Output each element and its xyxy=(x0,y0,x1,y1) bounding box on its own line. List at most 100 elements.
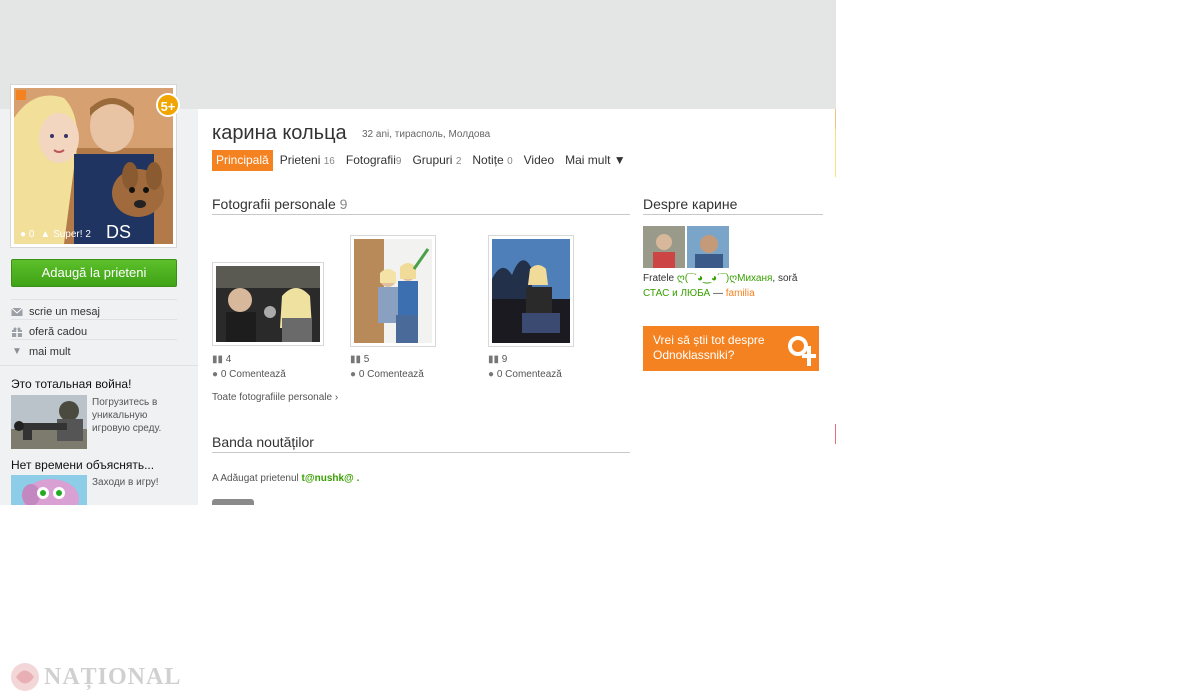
about-sister-label: , soră xyxy=(772,273,798,284)
tab-groups[interactable]: Grupuri 2 xyxy=(408,150,465,171)
about-brother-link[interactable]: ღ(¯`◕‿◕´¯)ღМиханя xyxy=(677,273,773,284)
photo-thumb-3[interactable] xyxy=(488,235,574,347)
more-actions-label: mai mult xyxy=(29,345,71,358)
photo-1-comments-label: 0 Comentează xyxy=(220,369,286,380)
tab-friends-label: Prieteni xyxy=(279,153,321,167)
send-message-label: scrie un mesaj xyxy=(29,305,100,318)
about-section-title: Despre карине xyxy=(643,196,823,215)
comment-icon: ● xyxy=(20,229,27,240)
avatar-comments-count: 0 xyxy=(28,229,35,240)
avatar-likes-label: Super! 2 xyxy=(53,229,91,240)
tab-video[interactable]: Video xyxy=(520,150,558,171)
about-line-2: СТАС и ЛЮБА — familia xyxy=(643,286,823,301)
ad-title-war[interactable]: Это тотальная война! xyxy=(11,377,131,391)
svg-text:DS: DS xyxy=(106,222,131,242)
more-actions[interactable]: ▼ mai mult xyxy=(11,339,177,359)
watermark-logo: NAȚIONAL xyxy=(10,662,181,692)
bar-chart-icon: ▮▮ xyxy=(350,354,362,365)
photos-title-text: Fotografii personale xyxy=(212,196,336,212)
send-gift-action[interactable]: oferă cadou xyxy=(11,319,177,339)
comment-icon: ● xyxy=(212,369,219,380)
photo-2-comments[interactable]: ● 0 Comentează xyxy=(350,369,424,380)
tab-friends[interactable]: Prieteni 16 xyxy=(276,150,339,171)
about-sister-link[interactable]: СТАС и ЛЮБА xyxy=(643,288,710,299)
add-friend-button[interactable]: Adaugă la prieteni xyxy=(11,259,177,287)
tab-more-label: Mai mult ▼ xyxy=(565,153,626,167)
ad-text-war: Погрузитесь в уникальную игровую среду. xyxy=(92,397,162,434)
tab-photos-label: Fotografii xyxy=(345,153,396,167)
news-friend-link[interactable]: t@nushk@ . xyxy=(302,473,360,484)
photo-2-views-value: 5 xyxy=(363,354,370,365)
about-family-link[interactable]: familia xyxy=(726,288,755,299)
send-message-action[interactable]: scrie un mesaj xyxy=(11,299,177,319)
news-avatar-partial[interactable] xyxy=(212,499,254,505)
bar-chart-icon: ▮▮ xyxy=(212,354,224,365)
tab-groups-count: 2 xyxy=(455,156,462,167)
relative-avatar-1[interactable] xyxy=(643,226,685,268)
news-entry: A Adăugat prietenul t@nushk@ . xyxy=(212,473,359,484)
tab-main[interactable]: Principală xyxy=(212,150,273,171)
ad-text-game: Заходи в игру! xyxy=(92,477,159,488)
tab-main-label: Principală xyxy=(216,153,269,167)
about-brother-prefix: Fratele xyxy=(643,273,675,284)
envelope-icon xyxy=(11,307,23,317)
photo-2-views: ▮▮ 5 xyxy=(350,354,369,365)
news-title-text: Banda noutăților xyxy=(212,434,314,450)
photo-1-views: ▮▮ 4 xyxy=(212,354,231,365)
national-logo-text: NAȚIONAL xyxy=(44,663,182,690)
relative-avatar-2[interactable] xyxy=(687,226,729,268)
photo-1-views-value: 4 xyxy=(225,354,232,365)
gift-icon xyxy=(11,327,23,337)
profile-tabs: Principală Prieteni 16 Fotografii9 Grupu… xyxy=(212,150,633,171)
tab-groups-label: Grupuri xyxy=(412,153,453,167)
tab-photos-count: 9 xyxy=(395,156,402,167)
photos-section-title: Fotografii personale 9 xyxy=(212,196,630,215)
profile-meta: 32 ani, тирасполь, Молдова xyxy=(362,129,491,140)
national-logo-icon xyxy=(11,663,39,691)
photo-3-views-value: 9 xyxy=(501,354,508,365)
avatar-photo: DS ● 0 ▲ Super! 2 xyxy=(14,88,173,244)
tab-friends-count: 16 xyxy=(323,156,335,167)
promo-text: Vrei să știi tot despre Odnoklassniki? xyxy=(653,333,765,362)
avatar-stats: ● 0 ▲ Super! 2 xyxy=(20,229,91,240)
all-photos-link[interactable]: Toate fotografiile personale › xyxy=(212,392,338,403)
odnoklassniki-promo-banner[interactable]: Vrei să știi tot despre Odnoklassniki? xyxy=(643,326,819,371)
right-edge-mark-2 xyxy=(835,129,836,177)
photo-3-comments[interactable]: ● 0 Comentează xyxy=(488,369,562,380)
bar-chart-icon: ▮▮ xyxy=(488,354,500,365)
news-section-title: Banda noutăților xyxy=(212,434,630,453)
thumbs-up-icon: ▲ xyxy=(40,229,51,240)
send-gift-label: oferă cadou xyxy=(29,325,88,338)
about-dash: — xyxy=(712,288,723,299)
comment-icon: ● xyxy=(350,369,357,380)
avatar-comments[interactable]: ● 0 xyxy=(20,229,34,240)
tab-video-label: Video xyxy=(523,153,555,167)
right-edge-mark-1 xyxy=(835,109,836,129)
ok-logo-icon xyxy=(785,334,819,366)
triangle-down-icon: ▼ xyxy=(12,345,22,357)
tab-notes[interactable]: Notițe 0 xyxy=(468,150,516,171)
right-edge-mark-3 xyxy=(835,424,836,444)
avatar-likes[interactable]: ▲ Super! 2 xyxy=(40,229,91,240)
profile-name: карина кольца xyxy=(212,122,347,144)
sidebar-divider xyxy=(0,365,198,366)
photo-thumb-2[interactable] xyxy=(350,235,436,347)
tab-more[interactable]: Mai mult ▼ xyxy=(561,150,630,171)
rating-badge: 5+ xyxy=(156,93,180,117)
about-text: Fratele ღ(¯`◕‿◕´¯)ღМиханя, soră СТАС и Л… xyxy=(643,271,823,301)
photos-title-count: 9 xyxy=(339,196,348,212)
profile-avatar[interactable]: DS ● 0 ▲ Super! 2 5+ xyxy=(10,84,180,248)
status-corner-marker xyxy=(16,90,26,100)
photo-thumb-1[interactable] xyxy=(212,262,324,346)
about-line-1: Fratele ღ(¯`◕‿◕´¯)ღМиханя, soră xyxy=(643,271,823,286)
tab-notes-count: 0 xyxy=(507,156,513,167)
photo-3-comments-label: 0 Comentează xyxy=(496,369,562,380)
photo-1-comments[interactable]: ● 0 Comentează xyxy=(212,369,286,380)
ad-image-elephant[interactable] xyxy=(11,475,87,505)
ad-title-game[interactable]: Нет времени объяснять... xyxy=(11,458,154,472)
tab-photos[interactable]: Fotografii9 xyxy=(342,150,406,171)
ad-image-soldier[interactable] xyxy=(11,395,87,449)
tab-notes-label: Notițe xyxy=(472,153,504,167)
photo-2-comments-label: 0 Comentează xyxy=(358,369,424,380)
news-entry-prefix: A Adăugat prietenul xyxy=(212,473,299,484)
